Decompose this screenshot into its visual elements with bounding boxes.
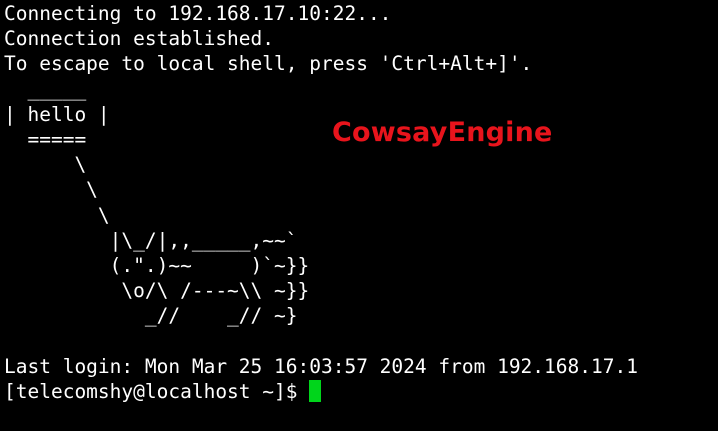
cowsay-art-line: \o/\ /---~\\ ~}} (4, 279, 310, 303)
cowsay-art-line: \ (4, 178, 98, 202)
prompt-line[interactable]: [telecomshy@localhost ~]$ (4, 379, 718, 404)
cowsay-engine-watermark: CowsayEngine (332, 117, 553, 148)
escape-hint-line: To escape to local shell, press 'Ctrl+Al… (4, 52, 533, 76)
cowsay-bubble-top: _____ (4, 77, 87, 101)
cowsay-art-line: (.".)~~ )`~}} (4, 253, 310, 277)
connecting-line: Connecting to 192.168.17.10:22... (4, 2, 392, 25)
cowsay-art-line: _// _// ~} (4, 304, 298, 328)
cowsay-art-line: |\_/|,,_____,~~` (4, 228, 298, 252)
terminal-window[interactable]: Connecting to 192.168.17.10:22... Connec… (0, 0, 718, 431)
cowsay-art-line: \ (4, 153, 87, 177)
last-login-line: Last login: Mon Mar 25 16:03:57 2024 fro… (4, 354, 638, 378)
terminal-cursor (309, 379, 322, 402)
cowsay-art-line: \ (4, 203, 110, 227)
shell-prompt: [telecomshy@localhost ~]$ (4, 379, 310, 403)
connection-established-line: Connection established. (4, 27, 275, 51)
